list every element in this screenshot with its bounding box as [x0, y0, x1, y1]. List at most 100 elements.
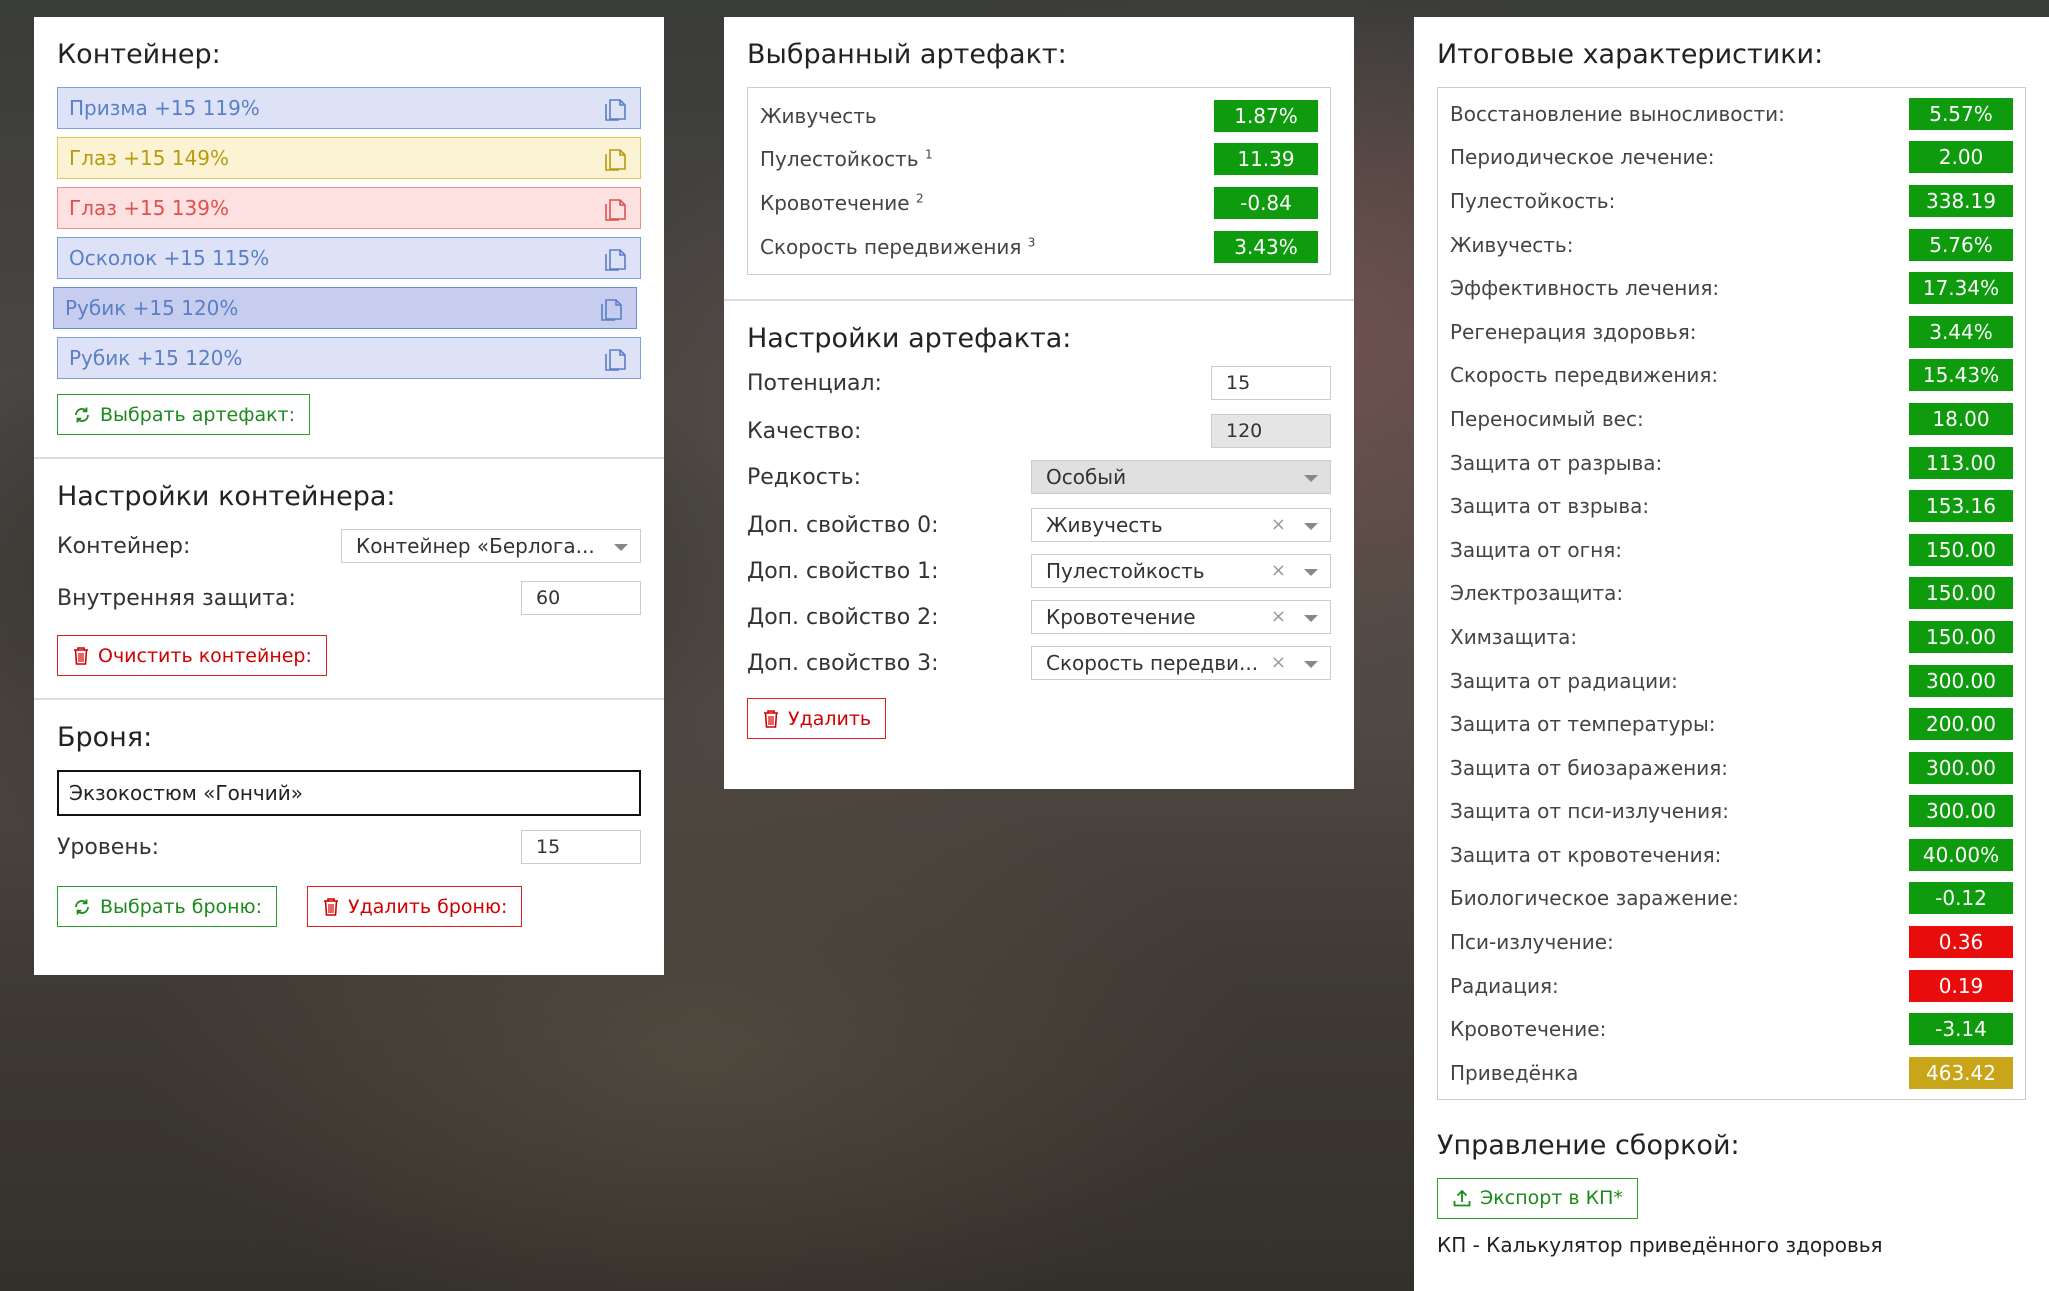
delete-artifact-button[interactable]: Удалить [747, 698, 887, 740]
extra-prop-select[interactable]: Живучесть × [1031, 508, 1331, 543]
chevron-down-icon [1304, 523, 1318, 531]
total-stat-name: Живучесть: [1450, 232, 1574, 257]
totals-section: Итоговые характеристики: Восстановление … [1414, 17, 2049, 1122]
total-stat-badge: 150.00 [1909, 577, 2013, 610]
artifact-slot[interactable]: Осколок +15 115% [57, 237, 641, 279]
inner-protection-input[interactable]: 60 [521, 581, 641, 615]
trash-icon [764, 710, 778, 728]
select-armor-label: Выбрать броню: [100, 895, 262, 918]
extra-prop-label: Доп. свойство 2: [747, 604, 939, 630]
copy-icon[interactable] [601, 145, 629, 173]
total-stat-name: Химзащита: [1450, 624, 1578, 649]
chevron-down-icon [1304, 569, 1318, 577]
delete-armor-button[interactable]: Удалить броню: [306, 886, 523, 927]
level-label: Уровень: [57, 834, 160, 860]
copy-icon[interactable] [601, 95, 629, 123]
quality-label: Качество: [747, 418, 862, 444]
potential-input[interactable]: 15 [1211, 366, 1331, 401]
container-select-value: Контейнер «Берлога... [356, 534, 595, 558]
chevron-down-icon [614, 544, 628, 551]
totals-table: Восстановление выносливости: 5.57% Периоди… [1437, 87, 2026, 1100]
clear-icon[interactable]: × [1271, 514, 1286, 535]
total-stat-row: Биологическое заражение: -0.12 [1450, 877, 2013, 921]
clear-container-label: Очистить контейнер: [98, 644, 312, 667]
clear-icon[interactable]: × [1271, 652, 1286, 673]
footnote-marker: 1 [924, 147, 933, 162]
total-stat-badge: 0.36 [1909, 926, 2013, 959]
container-select[interactable]: Контейнер «Берлога... [341, 529, 641, 563]
artifact-stat-row: Скорость передвижения 3 3.43% [760, 225, 1318, 269]
artifact-slot[interactable]: Глаз +15 139% [57, 187, 641, 229]
level-input[interactable]: 15 [521, 830, 641, 864]
container-settings-section: Настройки контейнера: Контейнер: Контейн… [34, 457, 664, 698]
clear-icon[interactable]: × [1271, 560, 1286, 581]
artifact-slot[interactable]: Призма +15 119% [57, 87, 641, 129]
artifact-settings-section: Настройки артефакта: Потенциал: 15 Качес… [724, 299, 1354, 761]
stat-name-text: Пулестойкость [760, 147, 919, 172]
copy-icon[interactable] [601, 345, 629, 373]
clear-container-button[interactable]: Очистить контейнер: [57, 635, 327, 676]
total-stat-row: Защита от температуры: 200.00 [1450, 702, 2013, 746]
artifact-slot[interactable]: Глаз +15 149% [57, 137, 641, 179]
copy-icon[interactable] [601, 195, 629, 223]
total-stat-name: Эффективность лечения: [1450, 276, 1720, 301]
artifact-slot[interactable]: Рубик +15 120% [57, 337, 641, 379]
armor-title: Броня: [57, 722, 153, 753]
total-stat-name: Защита от пси-излучения: [1450, 799, 1729, 824]
copy-icon[interactable] [601, 245, 629, 273]
delete-armor-label: Удалить броню: [347, 895, 508, 918]
select-artifact-button[interactable]: Выбрать артефакт: [57, 394, 311, 435]
extra-prop-value: Живучесть [1046, 513, 1163, 538]
total-stat-row: Живучесть: 5.76% [1450, 223, 2013, 267]
inner-protection-label: Внутренняя защита: [57, 585, 296, 611]
total-stat-name: Переносимый вес: [1450, 406, 1644, 431]
artifact-stats-table: Живучесть 1.87% Пулестойкость 1 11.39 Кровот… [747, 87, 1331, 276]
quality-input: 120 [1211, 414, 1331, 449]
total-stat-badge: 17.34% [1909, 272, 2013, 305]
copy-icon[interactable] [597, 295, 625, 323]
select-armor-button[interactable]: Выбрать броню: [57, 886, 277, 927]
export-button[interactable]: Экспорт в КП* [1437, 1177, 1638, 1219]
stat-name: Пулестойкость 1 [760, 147, 933, 171]
extra-prop-value: Кровотечение [1046, 605, 1196, 630]
build-section: Управление сборкой: Экспорт в КП* КП - К… [1414, 1122, 2049, 1279]
total-stat-row: Регенерация здоровья: 3.44% [1450, 310, 2013, 354]
total-stat-name: Электрозащита: [1450, 581, 1624, 606]
chevron-down-icon [1304, 475, 1318, 483]
extra-prop-row: Доп. свойство 3: Скорость передви... × [747, 646, 1331, 681]
total-stat-badge: 2.00 [1909, 141, 2013, 174]
total-stat-name: Пси-излучение: [1450, 930, 1614, 955]
total-stat-name: Защита от радиации: [1450, 668, 1678, 693]
extra-prop-select[interactable]: Скорость передви... × [1031, 646, 1331, 681]
total-stat-badge: -0.12 [1909, 882, 2013, 915]
total-stat-name: Защита от огня: [1450, 537, 1623, 562]
artifact-panel: Выбранный артефакт: Живучесть 1.87% Пулест… [724, 17, 1354, 789]
selected-artifact-section: Выбранный артефакт: Живучесть 1.87% Пулест… [724, 17, 1354, 299]
stat-name: Живучесть [760, 104, 877, 128]
total-stat-badge: 300.00 [1909, 664, 2013, 697]
rarity-select[interactable]: Особый [1031, 460, 1331, 495]
build-title: Управление сборкой: [1437, 1129, 1740, 1161]
container-section: Контейнер: Призма +15 119% Глаз +15 149% Г… [34, 17, 664, 457]
trash-icon [74, 646, 88, 665]
artifact-slot[interactable]: Рубик +15 120% [53, 287, 637, 329]
stat-value-badge: -0.84 [1214, 186, 1318, 219]
clear-icon[interactable]: × [1271, 606, 1286, 627]
artifact-stat-row: Пулестойкость 1 11.39 [760, 138, 1318, 182]
extra-prop-select[interactable]: Кровотечение × [1031, 600, 1331, 635]
total-stat-row: Защита от биозаражения: 300.00 [1450, 746, 2013, 790]
total-stat-row: Защита от взрыва: 153.16 [1450, 484, 2013, 528]
refresh-icon [75, 899, 89, 914]
extra-prop-label: Доп. свойство 1: [747, 558, 939, 584]
extra-prop-select[interactable]: Пулестойкость × [1031, 554, 1331, 589]
footnote-marker: 2 [915, 191, 924, 206]
total-stat-badge: -3.14 [1909, 1013, 2013, 1046]
total-stat-badge: 0.19 [1909, 969, 2013, 1002]
extra-props-list: Доп. свойство 0: Живучесть × Доп. свойство … [747, 508, 1331, 681]
stat-name: Кровотечение 2 [760, 191, 924, 215]
armor-field[interactable]: Экзокостюм «Гончий» [57, 770, 641, 816]
total-stat-badge: 463.42 [1909, 1056, 2013, 1089]
stat-name: Скорость передвижения 3 [760, 235, 1035, 259]
total-stat-badge: 3.44% [1909, 315, 2013, 348]
total-stat-name: Биологическое заражение: [1450, 886, 1739, 911]
